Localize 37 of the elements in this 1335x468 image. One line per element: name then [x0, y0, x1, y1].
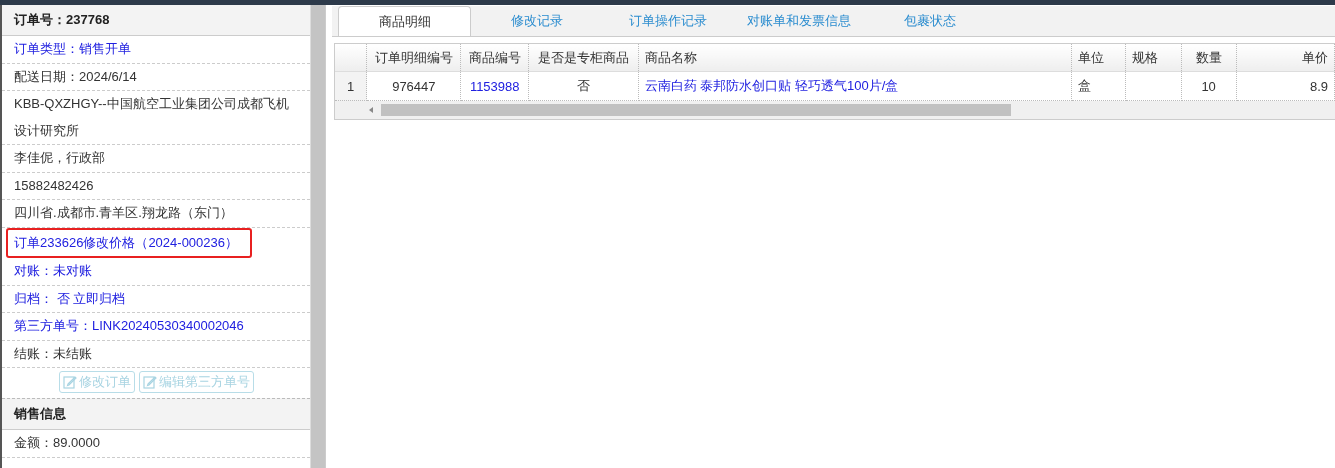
column-header[interactable]: 订单明细编号	[366, 44, 461, 72]
horizontal-scrollbar[interactable]	[335, 101, 1335, 119]
info-text: KBB-QXZHGY--中国航空工业集团公司成都飞机	[14, 95, 290, 113]
info-text: 配送日期：2024/6/14	[14, 67, 138, 86]
table-link[interactable]: 云南白药 泰邦防水创口贴 轻巧透气100片/盒	[638, 71, 1072, 101]
tab[interactable]: 商品明细	[338, 6, 471, 36]
table-cell: 976447	[366, 71, 461, 101]
info-link[interactable]: 第三方单号：LINK20240530340002046	[14, 313, 299, 340]
info-link[interactable]: 订单类型：销售开单	[14, 36, 299, 63]
edit-icon	[142, 375, 157, 389]
info-text: 15882482426	[14, 176, 95, 195]
column-header[interactable]: 数量	[1181, 44, 1237, 72]
table-cell: 否	[528, 71, 639, 101]
info-link[interactable]: 对账：未对账	[14, 258, 299, 285]
scroll-left-icon[interactable]	[367, 106, 375, 114]
table-cell: 盒	[1071, 71, 1126, 101]
order-number-title: 订单号：237768	[14, 11, 110, 29]
table-link[interactable]: 1153988	[460, 71, 529, 101]
column-header[interactable]: 单位	[1071, 44, 1126, 72]
info-text: 四川省.成都市.青羊区.翔龙路（东门）	[14, 204, 234, 222]
table-cell: 10	[1181, 71, 1237, 101]
info-link[interactable]: 订单233626修改价格（2024-000236）	[14, 229, 245, 256]
row-number: 1	[335, 71, 367, 101]
column-header[interactable]: 商品名称	[638, 44, 1072, 72]
info-text: 结账：未结账	[14, 344, 93, 363]
column-header[interactable]: 单价	[1236, 44, 1335, 72]
edit-icon	[62, 375, 77, 389]
scrollbar[interactable]	[310, 5, 325, 468]
column-header[interactable]: 是否是专柜商品	[528, 44, 639, 72]
info-text: 金额：89.0000	[14, 434, 101, 452]
table-cell: 8.9	[1236, 71, 1335, 101]
info-link[interactable]: 归档： 否 立即归档	[14, 285, 299, 312]
section-title: 销售信息	[14, 405, 66, 423]
column-header[interactable]: 商品编号	[460, 44, 529, 72]
info-text: 李佳伲，行政部	[14, 149, 106, 167]
column-header[interactable]: 规格	[1125, 44, 1181, 72]
info-text: 设计研究所	[14, 121, 80, 140]
